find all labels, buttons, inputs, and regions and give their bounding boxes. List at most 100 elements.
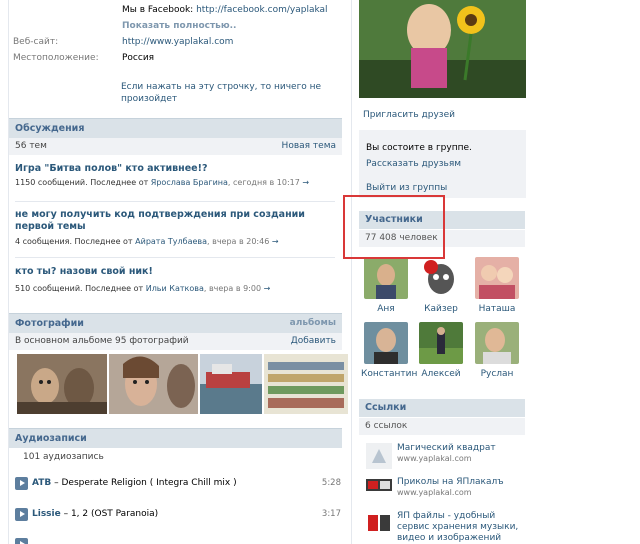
topic-meta: 510 сообщений. Последнее от Ильи Каткова… xyxy=(15,284,271,293)
play-icon[interactable] xyxy=(15,508,28,521)
link-title[interactable]: Магический квадрат xyxy=(397,443,527,454)
facebook-row: Мы в Facebook: http://facebook.com/yapla… xyxy=(122,5,328,15)
add-photo-link[interactable]: Добавить xyxy=(291,336,336,346)
audio-header[interactable]: Аудиозаписи xyxy=(9,428,342,448)
divider xyxy=(15,257,335,258)
photos-title: Фотографии xyxy=(15,318,84,329)
audio-track: Lissie – 1, 2 (OST Paranoia) 3:17 xyxy=(15,508,341,522)
topic-meta: 1150 сообщений. Последнее от Ярослава Бр… xyxy=(15,178,310,187)
topic-meta: 4 сообщения. Последнее от Айрата Тулбаев… xyxy=(15,237,279,246)
divider xyxy=(15,201,335,202)
link-text: Магический квадрат www.yaplakal.com xyxy=(397,443,527,463)
topic-goto-arrow[interactable]: → xyxy=(264,284,271,293)
avatar[interactable] xyxy=(364,257,408,299)
facebook-link[interactable]: http://facebook.com/yaplakal xyxy=(196,5,327,15)
magic-square-icon xyxy=(366,443,392,469)
avatar[interactable] xyxy=(419,322,463,364)
new-topic-link[interactable]: Новая тема xyxy=(282,141,336,151)
member-item[interactable]: Кайзер xyxy=(416,257,466,314)
audio-track: ATB – Desperate Religion ( Integra Chill… xyxy=(15,477,341,491)
discussions-title: Обсуждения xyxy=(15,123,85,134)
links-subbar: 6 ссылок xyxy=(359,418,525,435)
yaplakal-logo-icon xyxy=(366,477,392,503)
leave-group-link[interactable]: Выйти из группы xyxy=(366,183,447,193)
track-artist[interactable]: Lissie xyxy=(32,509,61,519)
yaplakal-files-icon xyxy=(366,511,392,537)
member-name[interactable]: Наташа xyxy=(472,304,522,314)
track-title: – Desperate Religion ( Integra Chill mix… xyxy=(51,478,237,488)
topic-item: кто ты? назови свой ник! 510 сообщений. … xyxy=(15,266,335,293)
topic-title[interactable]: кто ты? назови свой ник! xyxy=(15,266,335,278)
link-text: Приколы на ЯПлакалъ www.yaplakal.com xyxy=(397,477,527,497)
group-avatar[interactable] xyxy=(359,0,526,98)
track-duration: 3:17 xyxy=(321,509,341,519)
status-text[interactable]: Если нажать на эту строчку, то ничего не… xyxy=(121,81,321,105)
audio-track-partial xyxy=(15,538,341,544)
audio-title: Аудиозаписи xyxy=(15,433,87,444)
links-count: 6 ссылок xyxy=(365,421,408,431)
tell-friends-link[interactable]: Рассказать друзьям xyxy=(366,159,461,169)
member-name[interactable]: Руслан xyxy=(472,369,522,379)
website-label: Веб-сайт: xyxy=(13,37,59,47)
play-icon[interactable] xyxy=(15,477,28,490)
member-item[interactable]: Константин xyxy=(361,322,417,379)
member-name[interactable]: Кайзер xyxy=(416,304,466,314)
invite-friends-link[interactable]: Пригласить друзей xyxy=(363,110,455,120)
topic-stats: 4 сообщения. Последнее от xyxy=(15,237,133,246)
track-name: Lissie – 1, 2 (OST Paranoia) xyxy=(32,509,158,519)
track-duration: 5:28 xyxy=(321,478,341,488)
website-link[interactable]: http://www.yaplakal.com xyxy=(122,37,233,47)
photo-thumbnail[interactable] xyxy=(17,354,107,414)
status-line-1: Если нажать на эту строчку, то ничего не xyxy=(121,82,322,92)
member-item[interactable]: Руслан xyxy=(472,322,522,379)
topic-item: не могу получить код подтверждения при с… xyxy=(15,209,335,232)
members-highlight-box xyxy=(343,195,445,259)
discussions-header[interactable]: Обсуждения xyxy=(9,118,342,138)
topic-user-link[interactable]: Айрата Тулбаева xyxy=(135,237,207,246)
avatar[interactable] xyxy=(475,257,519,299)
member-item[interactable]: Алексей xyxy=(416,322,466,379)
avatar[interactable] xyxy=(364,322,408,364)
link-url: www.yaplakal.com xyxy=(397,488,472,497)
photo-thumbnail[interactable] xyxy=(200,354,262,414)
topic-user-link[interactable]: Ильи Каткова xyxy=(146,284,204,293)
topic-goto-arrow[interactable]: → xyxy=(272,237,279,246)
member-item[interactable]: Наташа xyxy=(472,257,522,314)
links-title: Ссылки xyxy=(365,402,407,413)
track-title: – 1, 2 (OST Paranoia) xyxy=(60,509,159,519)
photos-subtitle: В основном альбоме 95 фотографий xyxy=(15,336,189,346)
track-name: ATB – Desperate Religion ( Integra Chill… xyxy=(32,478,237,488)
discussions-subbar: 56 тем Новая тема xyxy=(9,138,342,155)
location-label: Местоположение: xyxy=(13,53,99,63)
show-full-link[interactable]: Показать полностью.. xyxy=(122,21,236,31)
member-name[interactable]: Аня xyxy=(361,304,411,314)
link-title[interactable]: ЯП файлы - удобный сервис хранения музык… xyxy=(397,511,527,544)
avatar[interactable] xyxy=(475,322,519,364)
status-line-2: произойдет xyxy=(121,94,178,104)
photo-thumbnail[interactable] xyxy=(264,354,348,414)
member-item[interactable]: Аня xyxy=(361,257,411,314)
play-icon[interactable] xyxy=(15,538,28,544)
member-name[interactable]: Константин xyxy=(361,369,417,379)
topic-title[interactable]: Игра "Битва полов" кто активнее!? xyxy=(15,163,335,175)
topic-date: вчера в 9:00 xyxy=(208,284,262,293)
topic-date: сегодня в 10:17 xyxy=(233,178,300,187)
photos-subbar: В основном альбоме 95 фотографий Добавит… xyxy=(9,333,342,350)
topic-stats: 510 сообщений. Последнее от xyxy=(15,284,144,293)
avatar[interactable] xyxy=(419,257,463,299)
topic-date: вчера в 20:46 xyxy=(212,237,270,246)
audio-count: 101 аудиозапись xyxy=(23,452,104,462)
member-name[interactable]: Алексей xyxy=(416,369,466,379)
links-header[interactable]: Ссылки xyxy=(359,399,525,417)
photos-header[interactable]: Фотографии альбомы xyxy=(9,313,342,333)
facebook-prefix: Мы в Facebook: xyxy=(122,5,194,15)
albums-link[interactable]: альбомы xyxy=(290,318,336,328)
track-artist[interactable]: ATB xyxy=(32,478,51,488)
topic-item: Игра "Битва полов" кто активнее!? 1150 с… xyxy=(15,163,335,187)
topic-title[interactable]: не могу получить код подтверждения при с… xyxy=(15,209,335,233)
photo-thumbnail[interactable] xyxy=(109,354,198,414)
link-url: www.yaplakal.com xyxy=(397,454,472,463)
topic-goto-arrow[interactable]: → xyxy=(302,178,309,187)
link-title[interactable]: Приколы на ЯПлакалъ xyxy=(397,477,527,488)
topic-user-link[interactable]: Ярослава Брагина xyxy=(151,178,228,187)
